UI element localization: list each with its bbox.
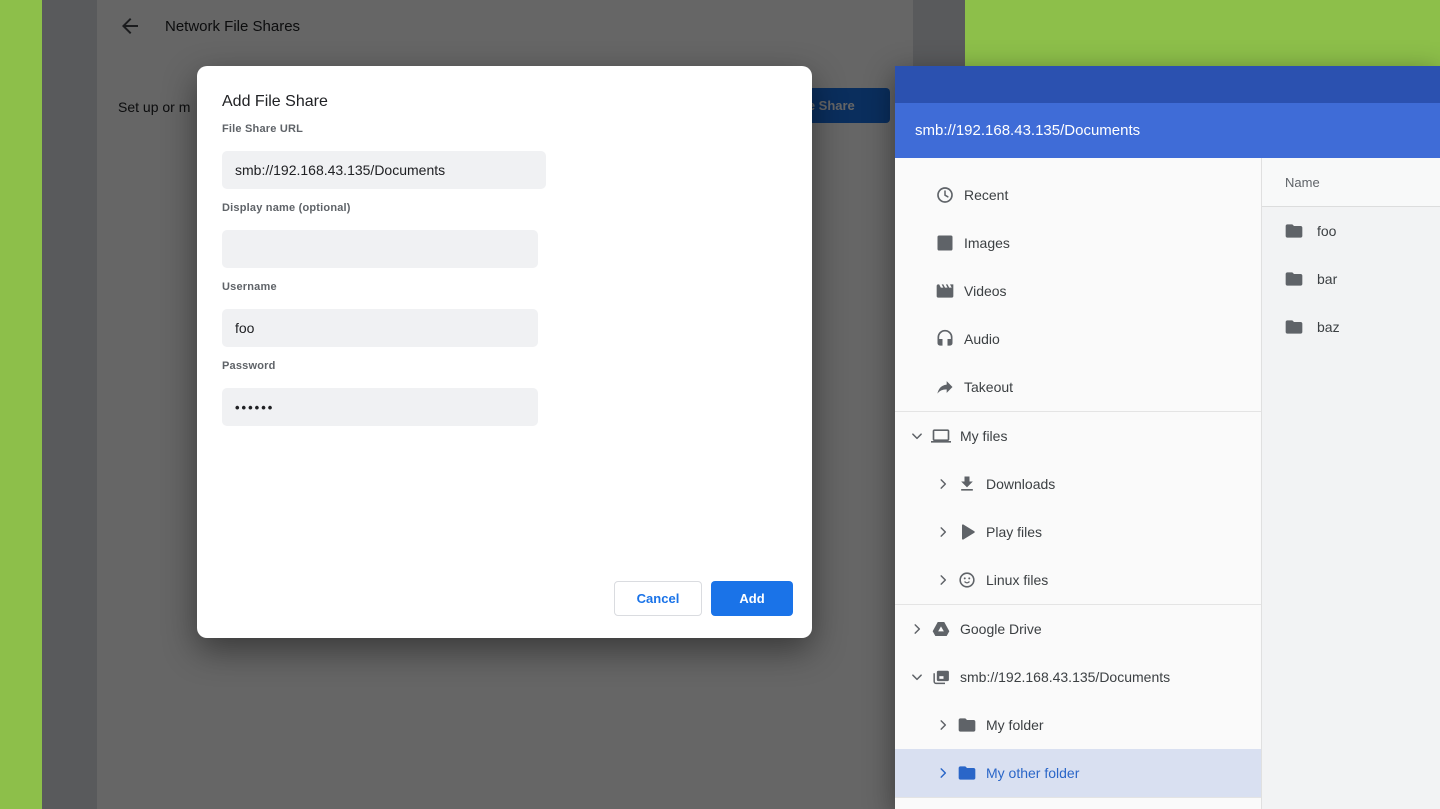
sidebar-item-label: My files <box>960 428 1008 444</box>
sidebar-item-label: Linux files <box>986 572 1049 588</box>
column-header-name[interactable]: Name <box>1262 158 1440 207</box>
folder-icon <box>1284 221 1304 241</box>
sidebar-item-label: Images <box>964 235 1010 251</box>
sidebar-item-label: Videos <box>964 283 1007 299</box>
password-input[interactable] <box>222 388 538 426</box>
penguin-icon <box>957 570 977 590</box>
chevron-right-icon[interactable] <box>935 476 951 492</box>
files-app-window: smb://192.168.43.135/Documents Recent Im… <box>895 66 1440 809</box>
sidebar-item-label: Takeout <box>964 379 1014 395</box>
sidebar-item-takeout[interactable]: Takeout <box>895 363 1261 411</box>
username-input[interactable] <box>222 309 538 347</box>
display-name-label: Display name (optional) <box>222 202 351 214</box>
dialog-title: Add File Share <box>222 93 328 110</box>
sidebar-item-images[interactable]: Images <box>895 219 1261 267</box>
chevron-right-icon[interactable] <box>935 717 951 733</box>
folder-icon <box>957 715 977 735</box>
file-name-label: foo <box>1317 223 1337 239</box>
sidebar-item-google-drive[interactable]: Google Drive <box>895 605 1261 653</box>
files-toolbar: smb://192.168.43.135/Documents <box>895 103 1440 158</box>
sidebar-divider <box>895 797 1261 798</box>
google-drive-icon <box>931 619 951 639</box>
file-row[interactable]: bar <box>1262 255 1440 303</box>
file-list-pane: Name foo bar baz <box>1262 158 1440 809</box>
sidebar-item-downloads[interactable]: Downloads <box>895 460 1261 508</box>
takeout-arrow-icon <box>935 377 955 397</box>
file-name-label: bar <box>1317 271 1338 287</box>
laptop-icon <box>931 426 951 446</box>
sidebar-item-label: Google Drive <box>960 621 1042 637</box>
chevron-right-icon[interactable] <box>935 572 951 588</box>
sidebar-item-label: smb://192.168.43.135/Documents <box>960 669 1171 685</box>
files-sidebar: Recent Images Videos Audio Takeout My fi… <box>895 158 1262 809</box>
sidebar-item-my-files[interactable]: My files <box>895 412 1261 460</box>
add-file-share-dialog: Add File Share File Share URL Display na… <box>197 66 812 638</box>
sidebar-item-label: My other folder <box>986 765 1080 781</box>
sidebar-item-label: Downloads <box>986 476 1056 492</box>
sidebar-item-recent[interactable]: Recent <box>895 171 1261 219</box>
username-label: Username <box>222 281 277 293</box>
movie-icon <box>935 281 955 301</box>
display-name-input[interactable] <box>222 230 538 268</box>
play-icon <box>957 522 977 542</box>
headset-icon <box>935 329 955 349</box>
sidebar-item-videos[interactable]: Videos <box>895 267 1261 315</box>
sidebar-item-my-folder[interactable]: My folder <box>895 701 1261 749</box>
cancel-button[interactable]: Cancel <box>614 581 702 616</box>
column-header-label: Name <box>1285 174 1320 190</box>
chevron-right-icon[interactable] <box>909 621 925 637</box>
chevron-down-icon[interactable] <box>909 428 925 444</box>
file-row[interactable]: foo <box>1262 207 1440 255</box>
folder-icon <box>1284 269 1304 289</box>
folder-icon <box>957 763 977 783</box>
add-button[interactable]: Add <box>711 581 793 616</box>
sidebar-item-my-other-folder[interactable]: My other folder <box>895 749 1261 797</box>
clock-icon <box>935 185 955 205</box>
chevron-down-icon[interactable] <box>909 669 925 685</box>
file-share-url-input[interactable] <box>222 151 546 189</box>
files-window-titlebar[interactable] <box>895 66 1440 103</box>
sidebar-item-label: Play files <box>986 524 1043 540</box>
file-row[interactable]: baz <box>1262 303 1440 351</box>
current-path-label: smb://192.168.43.135/Documents <box>915 122 1141 139</box>
sidebar-item-label: Recent <box>964 187 1009 203</box>
sidebar-item-label: Audio <box>964 331 1000 347</box>
sidebar-item-linux-files[interactable]: Linux files <box>895 556 1261 604</box>
password-label: Password <box>222 360 276 372</box>
folder-icon <box>1284 317 1304 337</box>
sidebar-item-smb-share[interactable]: smb://192.168.43.135/Documents <box>895 653 1261 701</box>
image-icon <box>935 233 955 253</box>
chevron-right-icon[interactable] <box>935 765 951 781</box>
sidebar-item-audio[interactable]: Audio <box>895 315 1261 363</box>
sidebar-item-play-files[interactable]: Play files <box>895 508 1261 556</box>
chevron-right-icon[interactable] <box>935 524 951 540</box>
file-name-label: baz <box>1317 319 1340 335</box>
download-icon <box>957 474 977 494</box>
sidebar-item-label: My folder <box>986 717 1044 733</box>
shared-folder-icon <box>931 667 951 687</box>
file-share-url-label: File Share URL <box>222 123 304 135</box>
